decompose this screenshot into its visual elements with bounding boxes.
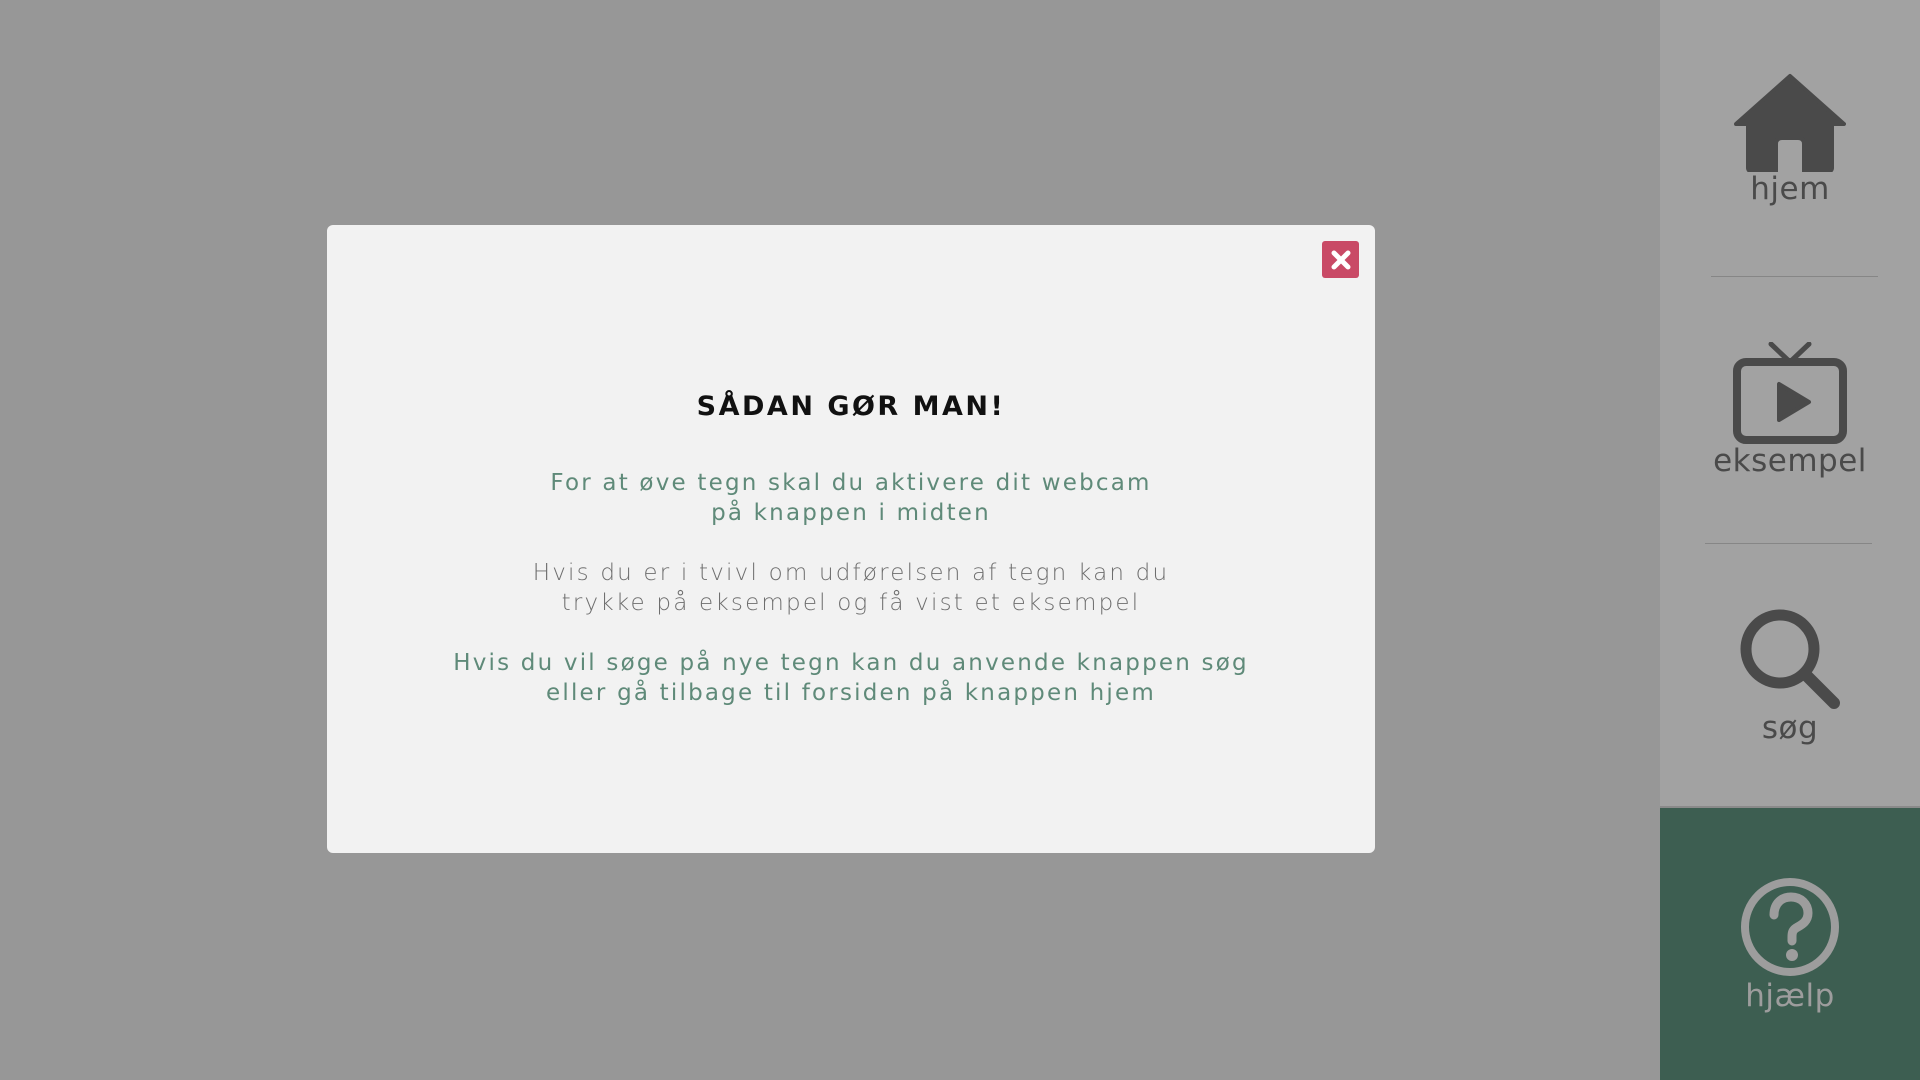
- sidebar-divider: [1705, 543, 1872, 544]
- instruction-webcam: For at øve tegn skal du aktivere dit web…: [327, 468, 1375, 528]
- sidebar-item-search[interactable]: søg: [1660, 543, 1920, 807]
- instruction-line: trykke på eksempel og få vist et eksempe…: [561, 590, 1141, 616]
- instruction-line: Hvis du vil søge på nye tegn kan du anve…: [453, 650, 1249, 676]
- close-icon: [1331, 250, 1350, 269]
- sidebar-item-label: hjem: [1750, 170, 1830, 207]
- sidebar-item-example[interactable]: eksempel: [1660, 276, 1920, 543]
- sidebar-divider: [1711, 276, 1878, 277]
- help-modal: SÅDAN GØR MAN! For at øve tegn skal du a…: [327, 225, 1375, 853]
- sidebar-item-home[interactable]: hjem: [1660, 0, 1920, 276]
- modal-title: SÅDAN GØR MAN!: [696, 391, 1006, 422]
- sidebar-nav: hjem eksempel søg hjælp: [1660, 0, 1920, 1080]
- instruction-line: på knappen i midten: [711, 500, 991, 526]
- instruction-line: eller gå tilbage til forsiden på knappen…: [546, 680, 1156, 706]
- sidebar-item-help[interactable]: hjælp: [1660, 807, 1920, 1080]
- instruction-line: For at øve tegn skal du aktivere dit web…: [550, 470, 1152, 496]
- instruction-search: Hvis du vil søge på nye tegn kan du anve…: [327, 648, 1375, 708]
- sidebar-item-label: søg: [1761, 709, 1819, 746]
- instruction-line: Hvis du er i tvivl om udførelsen af tegn…: [532, 560, 1170, 586]
- help-icon: [1741, 878, 1839, 976]
- sidebar-divider: [1660, 806, 1920, 808]
- tv-play-icon: [1733, 342, 1847, 444]
- sidebar-item-label: eksempel: [1713, 443, 1867, 479]
- home-icon: [1734, 73, 1846, 172]
- instruction-example: Hvis du er i tvivl om udførelsen af tegn…: [327, 558, 1375, 618]
- sidebar-item-label: hjælp: [1745, 978, 1835, 1014]
- close-button[interactable]: [1322, 241, 1359, 278]
- search-icon: [1740, 609, 1840, 709]
